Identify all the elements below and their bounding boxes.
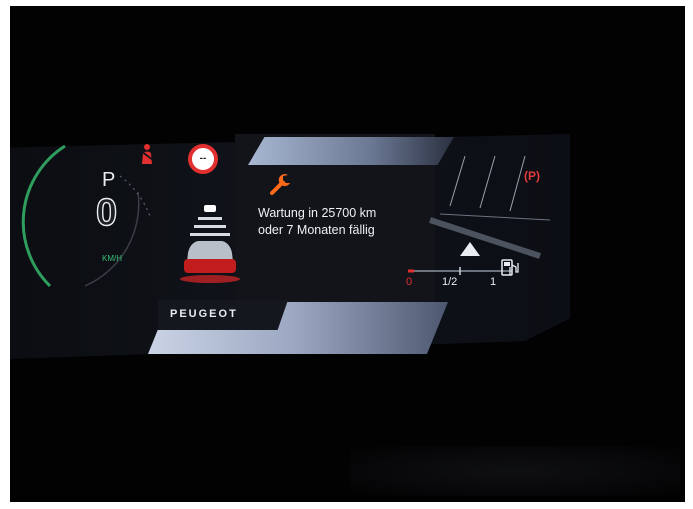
seatbelt-warning-icon [140, 144, 154, 164]
fuel-pump-icon [501, 259, 519, 276]
instrument-cluster-photo: PEUGEOT P 0 KM/H -- Wartung in 25700 km … [10, 6, 685, 502]
service-message-line-2: oder 7 Monaten fällig [258, 223, 375, 237]
service-message: Wartung in 25700 km oder 7 Monaten fälli… [258, 205, 408, 239]
service-message-line-1: Wartung in 25700 km [258, 206, 377, 220]
fuel-full-label: 1 [490, 276, 497, 288]
wrench-icon [270, 174, 290, 195]
navigation-perspective-icon [429, 156, 551, 259]
dashboard-reflection [350, 446, 680, 496]
lane-assist-icon [180, 205, 240, 283]
gear-indicator: P [102, 169, 116, 191]
parking-brake-warning: (P) [524, 169, 540, 183]
speed-unit: KM/H [102, 254, 122, 263]
brand-logo-text: PEUGEOT [170, 308, 238, 320]
fuel-empty-label: 0 [406, 276, 413, 288]
speed-limit-sign: -- [188, 144, 218, 174]
fuel-half-label: 1/2 [442, 276, 458, 288]
speed-readout: 0 [95, 191, 118, 234]
